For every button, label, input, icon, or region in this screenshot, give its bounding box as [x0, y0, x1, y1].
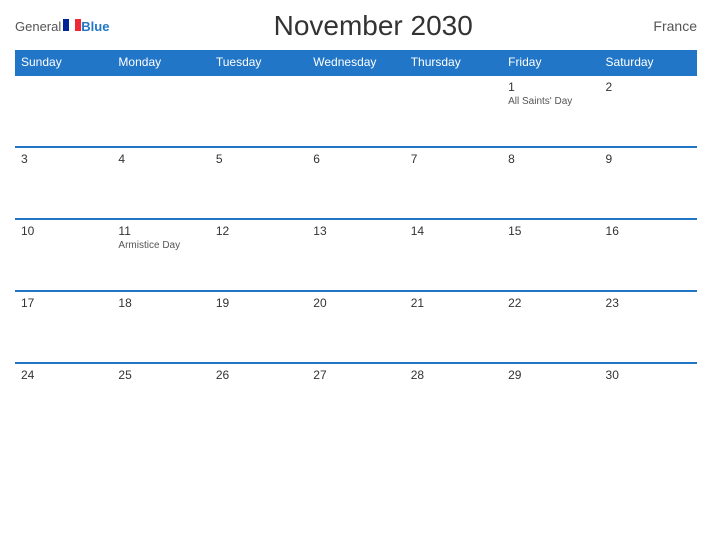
day-number: 1: [508, 80, 593, 94]
day-number: 2: [606, 80, 691, 94]
header-wednesday: Wednesday: [307, 50, 404, 75]
calendar-body: 1All Saints' Day234567891011Armistice Da…: [15, 75, 697, 435]
calendar-day-cell: 29: [502, 363, 599, 435]
day-number: 7: [411, 152, 496, 166]
calendar-day-cell: [15, 75, 112, 147]
calendar-day-cell: 13: [307, 219, 404, 291]
day-number: 28: [411, 368, 496, 382]
calendar-week-row: 10 11 Armistice Day 12 13 14 15 16: [15, 219, 697, 291]
holiday-name: Armistice Day: [118, 240, 203, 251]
calendar-day-cell: 19: [210, 291, 307, 363]
calendar-wrapper: General Blue November 2030 France Sunday…: [0, 0, 712, 550]
day-number: 8: [508, 152, 593, 166]
calendar-title: November 2030: [109, 10, 637, 42]
calendar-day-cell: 11 Armistice Day: [112, 219, 209, 291]
day-number: 22: [508, 296, 593, 310]
country-label: France: [637, 18, 697, 34]
header-monday: Monday: [112, 50, 209, 75]
header-thursday: Thursday: [405, 50, 502, 75]
header-sunday: Sunday: [15, 50, 112, 75]
day-number: 5: [216, 152, 301, 166]
header-friday: Friday: [502, 50, 599, 75]
calendar-table: Sunday Monday Tuesday Wednesday Thursday…: [15, 50, 697, 435]
day-number: 11: [118, 224, 203, 238]
calendar-day-cell: 30: [600, 363, 697, 435]
day-number: 20: [313, 296, 398, 310]
day-number: 26: [216, 368, 301, 382]
day-number: 21: [411, 296, 496, 310]
day-number: 6: [313, 152, 398, 166]
calendar-day-cell: 7: [405, 147, 502, 219]
calendar-day-cell: 3: [15, 147, 112, 219]
calendar-week-row: 17 18 19 20 21 22 23: [15, 291, 697, 363]
calendar-day-cell: [405, 75, 502, 147]
calendar-day-cell: 17: [15, 291, 112, 363]
calendar-day-cell: 12: [210, 219, 307, 291]
calendar-day-cell: 10: [15, 219, 112, 291]
day-number: 10: [21, 224, 106, 238]
calendar-day-cell: [307, 75, 404, 147]
calendar-day-cell: 18: [112, 291, 209, 363]
calendar-day-cell: [112, 75, 209, 147]
calendar-header: General Blue November 2030 France: [15, 10, 697, 42]
logo: General Blue: [15, 19, 109, 33]
calendar-thead: Sunday Monday Tuesday Wednesday Thursday…: [15, 50, 697, 75]
calendar-day-cell: 22: [502, 291, 599, 363]
day-number: 18: [118, 296, 203, 310]
calendar-day-cell: 9: [600, 147, 697, 219]
calendar-day-cell: 27: [307, 363, 404, 435]
day-number: 9: [606, 152, 691, 166]
day-number: 23: [606, 296, 691, 310]
calendar-day-cell: 5: [210, 147, 307, 219]
day-number: 17: [21, 296, 106, 310]
calendar-day-cell: 8: [502, 147, 599, 219]
header-saturday: Saturday: [600, 50, 697, 75]
day-number: 19: [216, 296, 301, 310]
calendar-day-cell: 20: [307, 291, 404, 363]
calendar-day-cell: 28: [405, 363, 502, 435]
calendar-day-cell: 25: [112, 363, 209, 435]
day-number: 16: [606, 224, 691, 238]
calendar-day-cell: 6: [307, 147, 404, 219]
day-number: 4: [118, 152, 203, 166]
calendar-day-cell: 1 All Saints' Day: [502, 75, 599, 147]
day-number: 12: [216, 224, 301, 238]
calendar-day-cell: 24: [15, 363, 112, 435]
logo-general-text: General: [15, 20, 61, 33]
day-number: 3: [21, 152, 106, 166]
calendar-day-cell: [210, 75, 307, 147]
day-number: 14: [411, 224, 496, 238]
day-number: 15: [508, 224, 593, 238]
calendar-day-cell: 23: [600, 291, 697, 363]
calendar-day-cell: 4: [112, 147, 209, 219]
calendar-week-row: 3456789: [15, 147, 697, 219]
calendar-day-cell: 14: [405, 219, 502, 291]
calendar-day-cell: 26: [210, 363, 307, 435]
day-number: 29: [508, 368, 593, 382]
holiday-name: All Saints' Day: [508, 96, 593, 107]
calendar-day-cell: 2: [600, 75, 697, 147]
calendar-week-row: 24 25 26 27 28 29 30: [15, 363, 697, 435]
calendar-day-cell: 15: [502, 219, 599, 291]
day-number: 25: [118, 368, 203, 382]
day-number: 30: [606, 368, 691, 382]
day-number: 27: [313, 368, 398, 382]
calendar-day-cell: 16: [600, 219, 697, 291]
weekday-header-row: Sunday Monday Tuesday Wednesday Thursday…: [15, 50, 697, 75]
calendar-day-cell: 21: [405, 291, 502, 363]
day-number: 24: [21, 368, 106, 382]
calendar-week-row: 1 All Saints' Day 2: [15, 75, 697, 147]
logo-blue-text: Blue: [81, 20, 109, 33]
day-number: 13: [313, 224, 398, 238]
logo-flag-icon: [63, 19, 81, 31]
header-tuesday: Tuesday: [210, 50, 307, 75]
